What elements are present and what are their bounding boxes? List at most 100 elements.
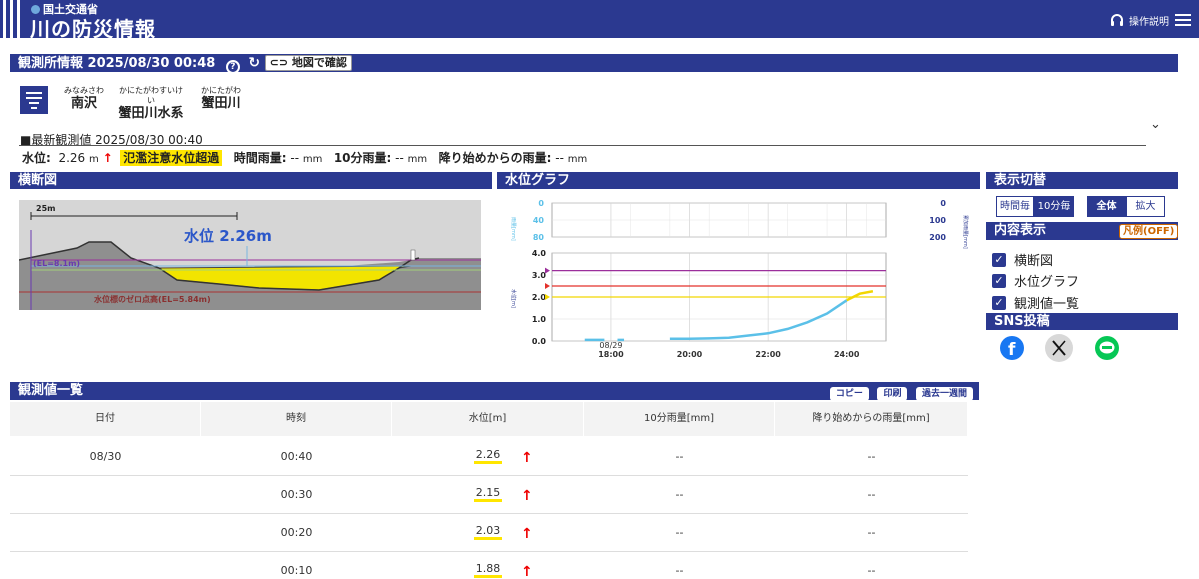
- latest-values-row: 水位: 2.26 m ↑ 氾濫注意水位超過 時間雨量: -- mm 10分雨量:…: [22, 150, 588, 166]
- cross-section-diagram: 25m 水位 2.26m (EL=8.1m) 水位標のゼロ点高(EL=5.84m…: [18, 200, 481, 310]
- line-icon[interactable]: [1095, 336, 1119, 360]
- copy-button[interactable]: コピー: [829, 387, 869, 401]
- y-tick-label: 3.0: [532, 271, 547, 280]
- cell-date: 08/30: [89, 450, 122, 463]
- rain-tick-label: 80: [533, 233, 545, 242]
- rain-tick-label: 0: [538, 199, 544, 208]
- cell-level: 2.26: [392, 448, 584, 464]
- link-icon: ⊂⊃: [269, 56, 289, 69]
- check-icon: ✓: [992, 295, 1006, 310]
- level-value: 2.15: [473, 486, 503, 502]
- checkbox-observation-list[interactable]: ✓ 観測値一覧: [992, 293, 1079, 312]
- threshold-marker: [545, 267, 550, 274]
- facebook-icon[interactable]: f: [1000, 336, 1024, 360]
- threshold-marker: [545, 294, 550, 300]
- cell-level: 1.88: [392, 562, 584, 578]
- check-icon: ✓: [992, 252, 1006, 267]
- level-value: 2.26: [473, 448, 503, 464]
- rain-tick-label: 40: [533, 216, 545, 225]
- river-system-name: かにたがわすいけい 蟹田川水系: [118, 86, 184, 121]
- x-icon[interactable]: [1045, 334, 1073, 362]
- el-label: (EL=8.1m): [33, 259, 80, 268]
- checkbox-cross-section[interactable]: ✓ 横断図: [992, 250, 1053, 269]
- y-tick-label: 4.0: [532, 249, 547, 258]
- scale-label: 25m: [36, 204, 55, 213]
- cell-level: 2.15: [392, 486, 584, 502]
- observation-table-title: 観測値一覧: [18, 383, 84, 398]
- map-confirm-button[interactable]: ⊂⊃ 地図で確認: [264, 55, 352, 71]
- y-tick-label: 2.0: [532, 293, 547, 302]
- zoom-in-button[interactable]: 拡大: [1126, 196, 1165, 217]
- cell-level: 2.03: [392, 524, 584, 540]
- interval-hourly-button[interactable]: 時間毎: [996, 196, 1034, 217]
- cell-10min-rain: --: [675, 488, 684, 501]
- row-divider: [10, 551, 968, 552]
- x-tick-label: 18:00: [598, 350, 624, 359]
- x-tick-label: 22:00: [755, 350, 781, 359]
- rising-arrow-icon: ↑: [521, 564, 533, 579]
- hamburger-menu-icon[interactable]: [1175, 14, 1191, 26]
- print-button[interactable]: 印刷: [877, 387, 908, 401]
- level-value: 2.03: [473, 524, 503, 540]
- past-week-button[interactable]: 過去一週間: [915, 387, 973, 401]
- zoom-all-button[interactable]: 全体: [1087, 196, 1126, 217]
- cell-time: 00:10: [280, 564, 313, 577]
- water-level-graph-panel: 08/29 18:00 20:00 22:00 24:00 4.0 3.0 2.0 1.0 0.0…: [500, 193, 978, 368]
- site-title[interactable]: 川の防災情報: [30, 13, 156, 42]
- help-button[interactable]: 操作説明: [1109, 12, 1169, 28]
- cell-time: 00:40: [280, 450, 313, 463]
- header-date: 日付: [10, 402, 201, 436]
- y-tick-label: 0.0: [532, 337, 547, 346]
- rising-arrow-icon: ↑: [521, 450, 533, 466]
- svg-text:f: f: [1008, 340, 1016, 360]
- station-name: みなみさわ 南沢: [64, 86, 104, 111]
- divider: [19, 145, 1146, 146]
- cumulative-rain-tick-label: 100: [929, 216, 946, 225]
- cell-cumulative-rain: --: [867, 526, 876, 539]
- cell-time: 00:30: [280, 488, 313, 501]
- sns-bar: SNS投稿: [986, 313, 1178, 330]
- water-level-graph: 08/2918:00 20:00 22:00 24:00 4.0 3.0 2.0 1.0 0.0…: [510, 199, 969, 359]
- rising-arrow-icon: ↑: [102, 151, 113, 165]
- x-tick-label: 08/29: [599, 341, 622, 350]
- help-label: 操作説明: [1129, 16, 1169, 28]
- row-divider: [10, 475, 968, 476]
- x-tick-label: 20:00: [677, 350, 703, 359]
- cross-section-panel: 25m 水位 2.26m (EL=8.1m) 水位標のゼロ点高(EL=5.84m…: [18, 200, 481, 310]
- graph-bar: 水位グラフ: [497, 172, 980, 189]
- zero-point-label: 水位標のゼロ点高(EL=5.84m): [93, 294, 211, 304]
- rising-arrow-icon: ↑: [521, 488, 533, 504]
- x-tick-label: 24:00: [834, 350, 860, 359]
- top-header: 国土交通省 川の防災情報 操作説明: [0, 0, 1199, 41]
- level-value: 2.26: [58, 151, 86, 165]
- refresh-icon[interactable]: ↻: [248, 54, 260, 72]
- header-cumulative-rain: 降り始めからの雨量[mm]: [775, 402, 968, 436]
- help-question-icon[interactable]: ?: [225, 60, 240, 74]
- cell-10min-rain: --: [675, 564, 684, 577]
- level-value: 1.88: [473, 562, 503, 578]
- rising-arrow-icon: ↑: [521, 526, 533, 542]
- rain-axis-label: 雨量[mm]: [510, 217, 517, 241]
- observation-table-bar: 観測値一覧 コピー 印刷 過去一週間: [10, 382, 979, 401]
- interval-10min-button[interactable]: 10分毎: [1034, 196, 1074, 217]
- y-tick-label: 1.0: [532, 315, 547, 324]
- cross-section-bar: 横断図: [10, 172, 492, 189]
- cell-cumulative-rain: --: [867, 488, 876, 501]
- header-time: 時刻: [201, 402, 392, 436]
- cell-cumulative-rain: --: [867, 564, 876, 577]
- checkbox-water-graph[interactable]: ✓ 水位グラフ: [992, 271, 1079, 290]
- cumulative-rain-axis-label: 累加雨量[mm]: [962, 215, 969, 249]
- legend-toggle-button[interactable]: 凡例(OFF): [1119, 224, 1179, 239]
- header-level: 水位[m]: [392, 402, 584, 436]
- check-icon: ✓: [992, 273, 1006, 288]
- threshold-marker: [545, 283, 550, 289]
- cell-cumulative-rain: --: [867, 450, 876, 463]
- cell-10min-rain: --: [675, 450, 684, 463]
- display-switch-bar: 表示切替: [986, 172, 1178, 189]
- river-name: かにたがわ 蟹田川: [201, 86, 241, 111]
- station-info-bar: 観測所情報 2025/08/30 00:48 ? ↻ ⊂⊃ 地図で確認: [10, 54, 1178, 74]
- headphones-icon: [1111, 14, 1123, 26]
- logo-stripes: [0, 0, 22, 38]
- cumulative-rain-tick-label: 200: [929, 233, 946, 242]
- chevron-down-icon[interactable]: ⌄: [1150, 117, 1161, 132]
